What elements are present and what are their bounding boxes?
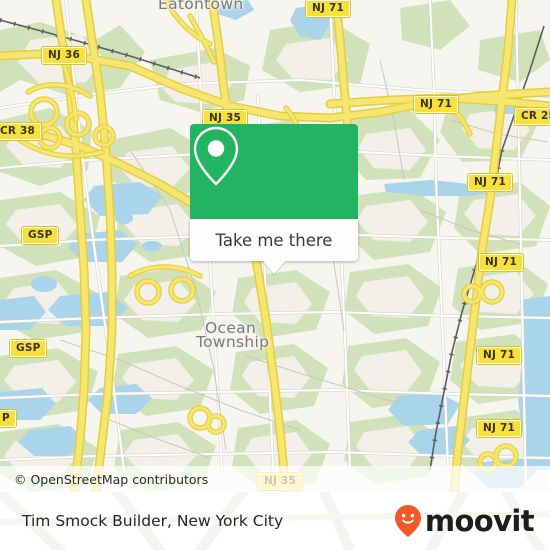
road-shield-nj71-right-4: NJ 71 xyxy=(476,419,522,438)
road-shield-parking: P xyxy=(0,409,17,428)
road-shield-nj36: NJ 36 xyxy=(41,46,87,65)
popup-tail xyxy=(263,261,285,274)
map-pin-icon xyxy=(193,126,239,186)
page-title: Tim Smock Builder, New York City xyxy=(22,512,284,530)
attribution-text[interactable]: © OpenStreetMap contributors xyxy=(0,472,208,487)
road-shield-nj71-upper-right: NJ 71 xyxy=(413,95,459,114)
road-shield-cr25: CR 25 xyxy=(513,107,550,126)
take-me-there-button[interactable]: Take me there xyxy=(190,219,358,261)
map-canvas[interactable]: Eatontown Ocean Township NJ 71 NJ 36 NJ … xyxy=(0,0,550,492)
moovit-pin-smiley-logo-icon xyxy=(394,505,421,537)
road-shield-nj71-top: NJ 71 xyxy=(305,0,351,18)
take-me-there-popup[interactable]: Take me there xyxy=(190,124,358,274)
road-shield-cr38: CR 38 xyxy=(0,122,43,141)
moovit-wordmark: moovit xyxy=(424,503,535,538)
moovit-logo[interactable]: moovit xyxy=(393,503,535,538)
moovit-map-screenshot: Eatontown Ocean Township NJ 71 NJ 36 NJ … xyxy=(0,0,550,550)
take-me-there-label: Take me there xyxy=(215,230,333,250)
road-shield-gsp-upper: GSP xyxy=(20,226,60,245)
road-shield-nj71-right-3: NJ 71 xyxy=(476,346,522,365)
popup-header xyxy=(190,124,358,219)
road-shield-gsp-lower: GSP xyxy=(8,339,48,358)
map-attribution-bar: © OpenStreetMap contributors xyxy=(0,466,550,492)
road-shield-nj71-right-1: NJ 71 xyxy=(467,173,513,192)
footer-bar: Tim Smock Builder, New York City moovit xyxy=(0,492,550,550)
road-shield-nj71-right-2: NJ 71 xyxy=(478,253,524,272)
